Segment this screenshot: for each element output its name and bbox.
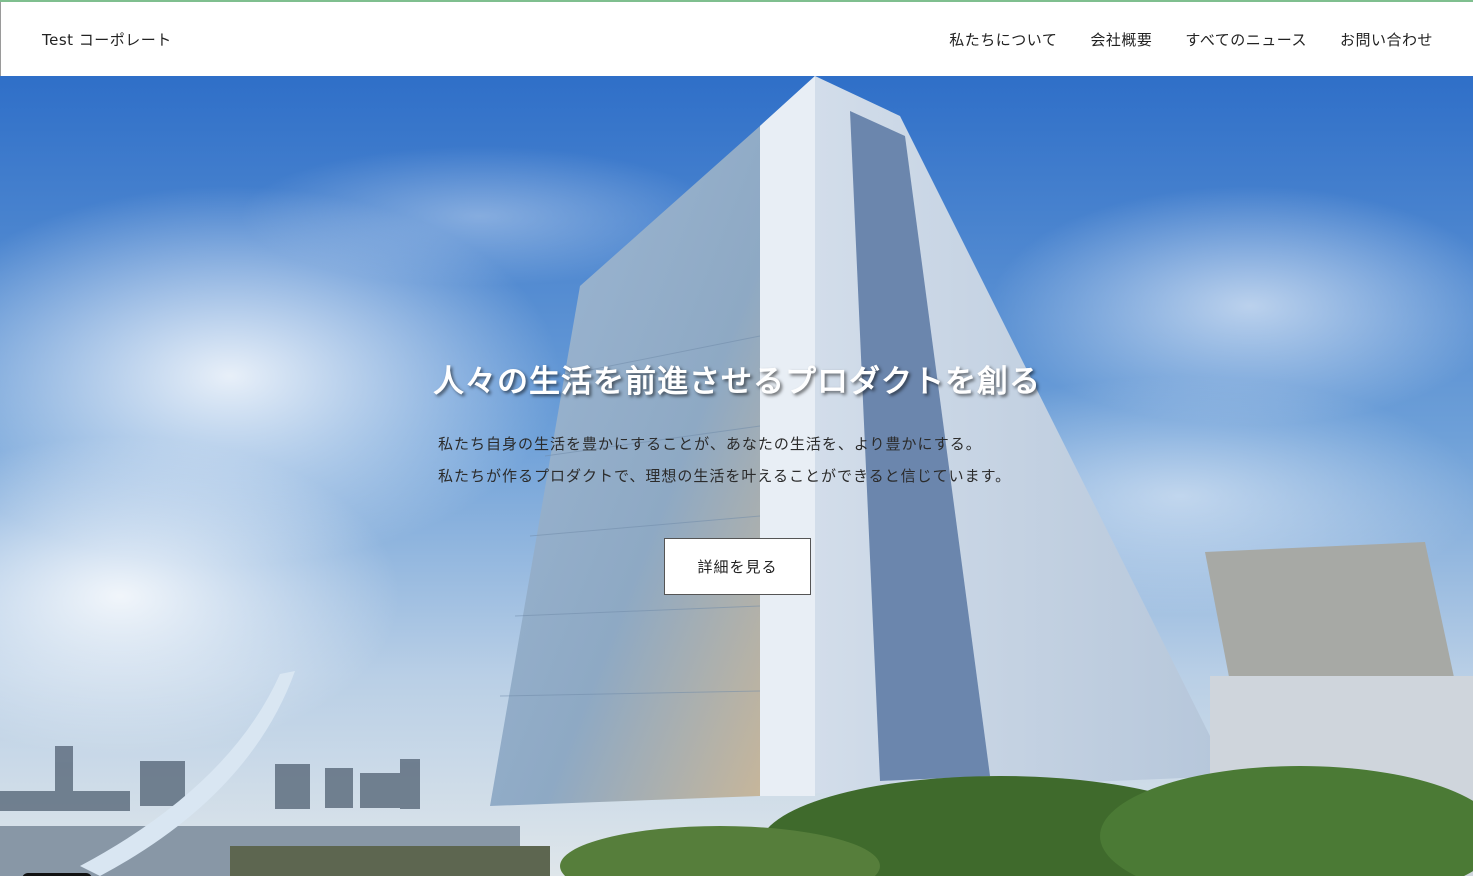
nav-link-company[interactable]: 会社概要	[1090, 29, 1152, 50]
view-details-button[interactable]: 詳細を見る	[664, 538, 811, 595]
hero-description-line: 私たち自身の生活を豊かにすることが、あなたの生活を、より豊かにする。	[438, 435, 982, 453]
site-logo[interactable]: Test コーポレート	[42, 29, 172, 50]
global-nav: 私たちについて 会社概要 すべてのニュース お問い合わせ	[916, 29, 1433, 50]
nav-link-about[interactable]: 私たちについて	[949, 29, 1057, 50]
nav-link-news[interactable]: すべてのニュース	[1185, 29, 1307, 50]
hero-section: 人々の生活を前進させるプロダクトを創る 私たち自身の生活を豊かにすることが、あな…	[0, 76, 1473, 876]
nav-link-contact[interactable]: お問い合わせ	[1340, 29, 1433, 50]
site-header: Test コーポレート 私たちについて 会社概要 すべてのニュース お問い合わせ	[0, 2, 1473, 76]
hero-description-line: 私たちが作るプロダクトで、理想の生活を叶えることができると信じています。	[438, 467, 1012, 485]
hero-title: 人々の生活を前進させるプロダクトを創る	[433, 364, 1041, 400]
